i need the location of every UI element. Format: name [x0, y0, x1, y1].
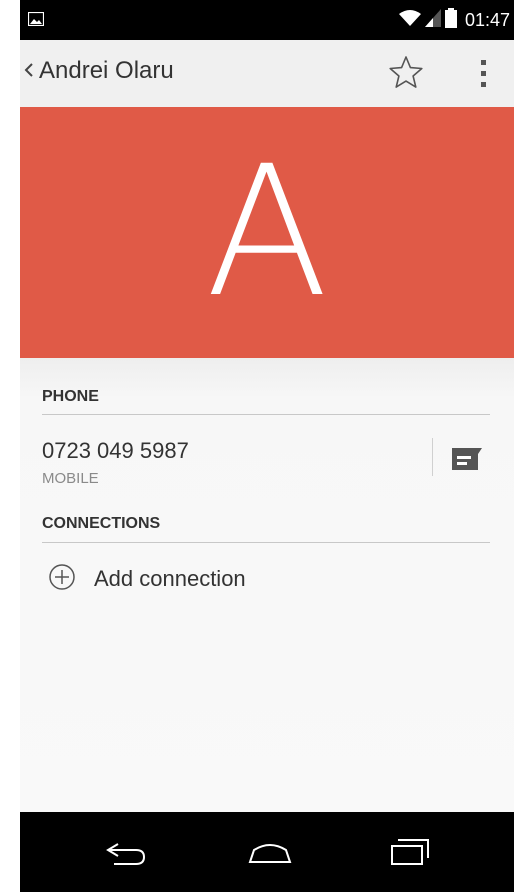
contact-photo-header: A: [20, 107, 514, 358]
phone-section-title: PHONE: [42, 388, 99, 405]
avatar-letter: A: [205, 128, 329, 337]
screen: 01:47 Andrei Olaru A PHONE 0723 049 5987…: [20, 0, 514, 892]
picture-icon: [27, 11, 45, 31]
add-circle-icon: [48, 563, 76, 596]
contact-details: PHONE 0723 049 5987 MOBILE CONNECTIONS A…: [20, 358, 514, 812]
back-icon[interactable]: [104, 836, 148, 868]
overflow-menu-icon[interactable]: [472, 56, 496, 92]
home-icon[interactable]: [246, 836, 292, 868]
connections-section-title: CONNECTIONS: [42, 515, 161, 532]
add-connection-label: Add connection: [94, 566, 246, 591]
contact-name[interactable]: Andrei Olaru: [39, 57, 174, 85]
action-bar: Andrei Olaru: [20, 40, 514, 107]
battery-icon: [444, 7, 457, 33]
connections-divider: [42, 542, 490, 543]
vertical-divider: [432, 438, 433, 476]
wifi-icon: [398, 9, 421, 32]
phone-number[interactable]: 0723 049 5987: [42, 438, 189, 464]
phone-type: MOBILE: [42, 470, 99, 487]
add-connection-button[interactable]: Add connection: [48, 562, 246, 596]
back-chevron-icon[interactable]: [24, 61, 34, 84]
phone-divider: [42, 414, 490, 415]
status-indicators: 01:47: [398, 0, 510, 40]
star-icon[interactable]: [388, 54, 424, 90]
signal-icon: [424, 8, 441, 32]
recents-icon[interactable]: [388, 836, 432, 868]
message-icon[interactable]: [448, 444, 486, 474]
status-bar: 01:47: [20, 0, 514, 40]
navigation-bar: [20, 812, 514, 892]
status-time: 01:47: [464, 9, 510, 30]
